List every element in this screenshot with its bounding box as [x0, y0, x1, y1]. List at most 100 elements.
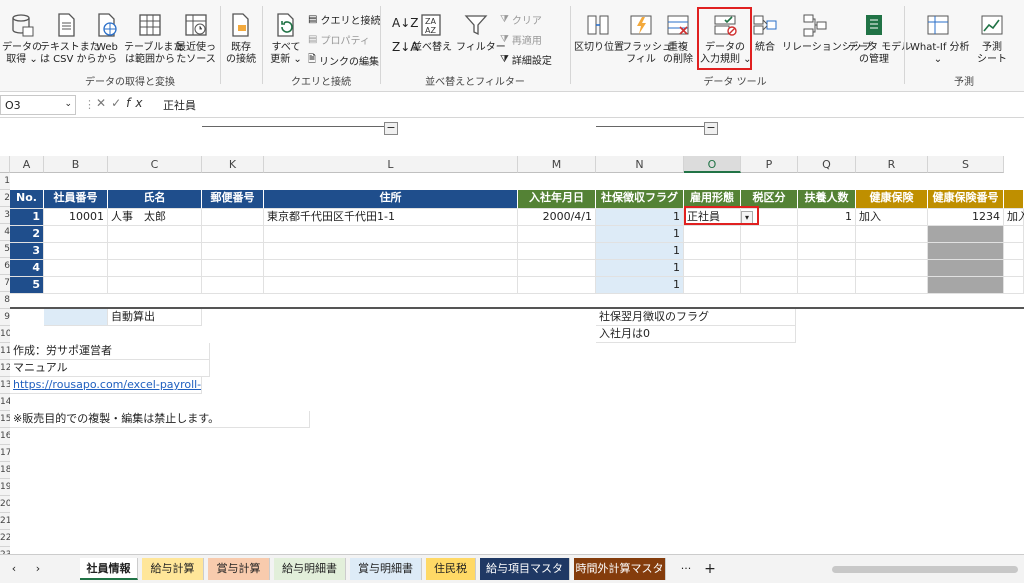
row-header[interactable]: 22 [0, 530, 10, 547]
column-header-n[interactable]: N [596, 156, 684, 173]
cell-ins-flag[interactable]: 1 [596, 209, 684, 226]
column-header-b[interactable]: B [44, 156, 108, 173]
cell-no[interactable]: 5 [10, 277, 44, 294]
add-sheet-button[interactable]: + [700, 558, 720, 580]
properties-button[interactable]: ▤ プロパティ [308, 32, 370, 47]
get-data-button[interactable]: データの 取得 ⌄ [2, 12, 42, 66]
cell-hire-date[interactable] [518, 226, 596, 243]
row-header[interactable]: 19 [0, 479, 10, 496]
cell-extra[interactable] [1004, 260, 1024, 277]
tab-next-button[interactable]: › [28, 558, 48, 580]
cell-extra[interactable] [1004, 226, 1024, 243]
row-header[interactable]: 6 [0, 258, 10, 275]
cell-name[interactable]: 人事 太郎 [108, 209, 202, 226]
formula-input[interactable]: 正社員 [163, 97, 196, 113]
cell-extra[interactable] [1004, 243, 1024, 260]
row-header[interactable]: 5 [0, 241, 10, 258]
cell-emp-type[interactable] [684, 226, 741, 243]
cell-extra[interactable]: 加入 [1004, 209, 1024, 226]
cell-zip[interactable] [202, 277, 264, 294]
clear-filter-button[interactable]: ⧩ クリア [500, 12, 542, 27]
cell-zip[interactable] [202, 243, 264, 260]
sheet-tab[interactable]: 給与明細書 [274, 558, 346, 580]
cell-ins-flag[interactable]: 1 [596, 226, 684, 243]
row-header[interactable]: 16 [0, 428, 10, 445]
cell-health-no[interactable] [928, 260, 1004, 277]
cell-health[interactable] [856, 226, 928, 243]
cell-tax[interactable] [741, 277, 798, 294]
confirm-icon[interactable]: ✓ [111, 96, 126, 110]
cell-name[interactable] [108, 260, 202, 277]
cell-health[interactable] [856, 260, 928, 277]
column-header-m[interactable]: M [518, 156, 596, 173]
row-header[interactable]: 2 [0, 190, 10, 207]
row-header[interactable]: 9 [0, 309, 10, 326]
cell-no[interactable]: 4 [10, 260, 44, 277]
from-table-button[interactable]: テーブルまた は範囲から [124, 12, 183, 66]
column-header-o[interactable]: O [684, 156, 741, 173]
sheet-tab[interactable]: 社員情報 [80, 558, 138, 580]
cell-emp-type[interactable] [684, 260, 741, 277]
sheet-tab[interactable]: 賞与明細書 [350, 558, 422, 580]
column-header-k[interactable]: K [202, 156, 264, 173]
cell-tax[interactable] [741, 260, 798, 277]
row-header[interactable]: 21 [0, 513, 10, 530]
cell-name[interactable] [108, 243, 202, 260]
row-header[interactable]: 10 [0, 326, 10, 343]
cell-dependents[interactable]: 1 [798, 209, 856, 226]
row-header[interactable]: 13 [0, 377, 10, 394]
cell-no[interactable]: 3 [10, 243, 44, 260]
collapse-button[interactable]: − [704, 122, 718, 135]
from-text-button[interactable]: テキストまた は CSV から [40, 12, 100, 66]
cell-dependents[interactable] [798, 226, 856, 243]
cell-health[interactable] [856, 243, 928, 260]
column-header-l[interactable]: L [264, 156, 518, 173]
sheet-tab[interactable]: 賞与計算 [208, 558, 270, 580]
cell-emp-type[interactable] [684, 277, 741, 294]
row-header[interactable]: 11 [0, 343, 10, 360]
cell-hire-date[interactable] [518, 243, 596, 260]
cell-hire-date[interactable]: 2000/4/1 [518, 209, 596, 226]
cell-no[interactable]: 1 [10, 209, 44, 226]
queries-connections-button[interactable]: ▤ クエリと接続 [308, 12, 380, 27]
cell-name[interactable] [108, 277, 202, 294]
row-header[interactable]: 4 [0, 224, 10, 241]
fx-icon[interactable]: fx [126, 96, 147, 110]
row-header[interactable]: 3 [0, 207, 10, 224]
cell-extra[interactable] [1004, 277, 1024, 294]
sheet-tab[interactable]: 給与計算 [142, 558, 204, 580]
refresh-all-button[interactable]: すべて 更新 ⌄ [268, 12, 304, 66]
column-header-q[interactable]: Q [798, 156, 856, 173]
chevron-down-icon[interactable]: ⌄ [64, 99, 72, 109]
select-all-corner[interactable] [0, 156, 10, 173]
tab-more-button[interactable]: ··· [676, 558, 696, 580]
cell-ins-flag[interactable]: 1 [596, 260, 684, 277]
filter-button[interactable]: フィルター [456, 12, 506, 54]
cell-tax[interactable] [741, 243, 798, 260]
remove-duplicates-button[interactable]: 重複 の削除 [660, 12, 696, 66]
text-to-columns-button[interactable]: 区切り位置 [574, 12, 624, 54]
cell-emp-no[interactable] [44, 277, 108, 294]
column-header-p[interactable]: P [741, 156, 798, 173]
edit-links-button[interactable]: 🗎 リンクの編集 [308, 52, 379, 69]
cell-tax[interactable] [741, 226, 798, 243]
consolidate-button[interactable]: 統合 [752, 12, 778, 54]
cell-address[interactable]: 東京都千代田区千代田1-1 [264, 209, 518, 226]
row-header[interactable]: 8 [0, 292, 10, 309]
cell-health[interactable]: 加入 [856, 209, 928, 226]
row-header[interactable]: 20 [0, 496, 10, 513]
column-header-r[interactable]: R [856, 156, 928, 173]
cell-zip[interactable] [202, 226, 264, 243]
from-web-button[interactable]: Web から [92, 12, 122, 66]
what-if-button[interactable]: What-If 分析 ⌄ [910, 12, 970, 66]
flash-fill-button[interactable]: フラッシュ フィル [622, 12, 672, 66]
cell-no[interactable]: 2 [10, 226, 44, 243]
row-header[interactable]: 18 [0, 462, 10, 479]
sheet-tab[interactable]: 時間外計算マスタ [574, 558, 666, 580]
forecast-sheet-button[interactable]: 予測 シート [972, 12, 1012, 66]
row-header[interactable]: 7 [0, 275, 10, 292]
cell-address[interactable] [264, 226, 518, 243]
data-model-button[interactable]: データ モデル の管理 [848, 12, 911, 66]
manual-link[interactable]: https://rousapo.com/excel-payroll-te [10, 377, 202, 394]
cell-zip[interactable] [202, 209, 264, 226]
